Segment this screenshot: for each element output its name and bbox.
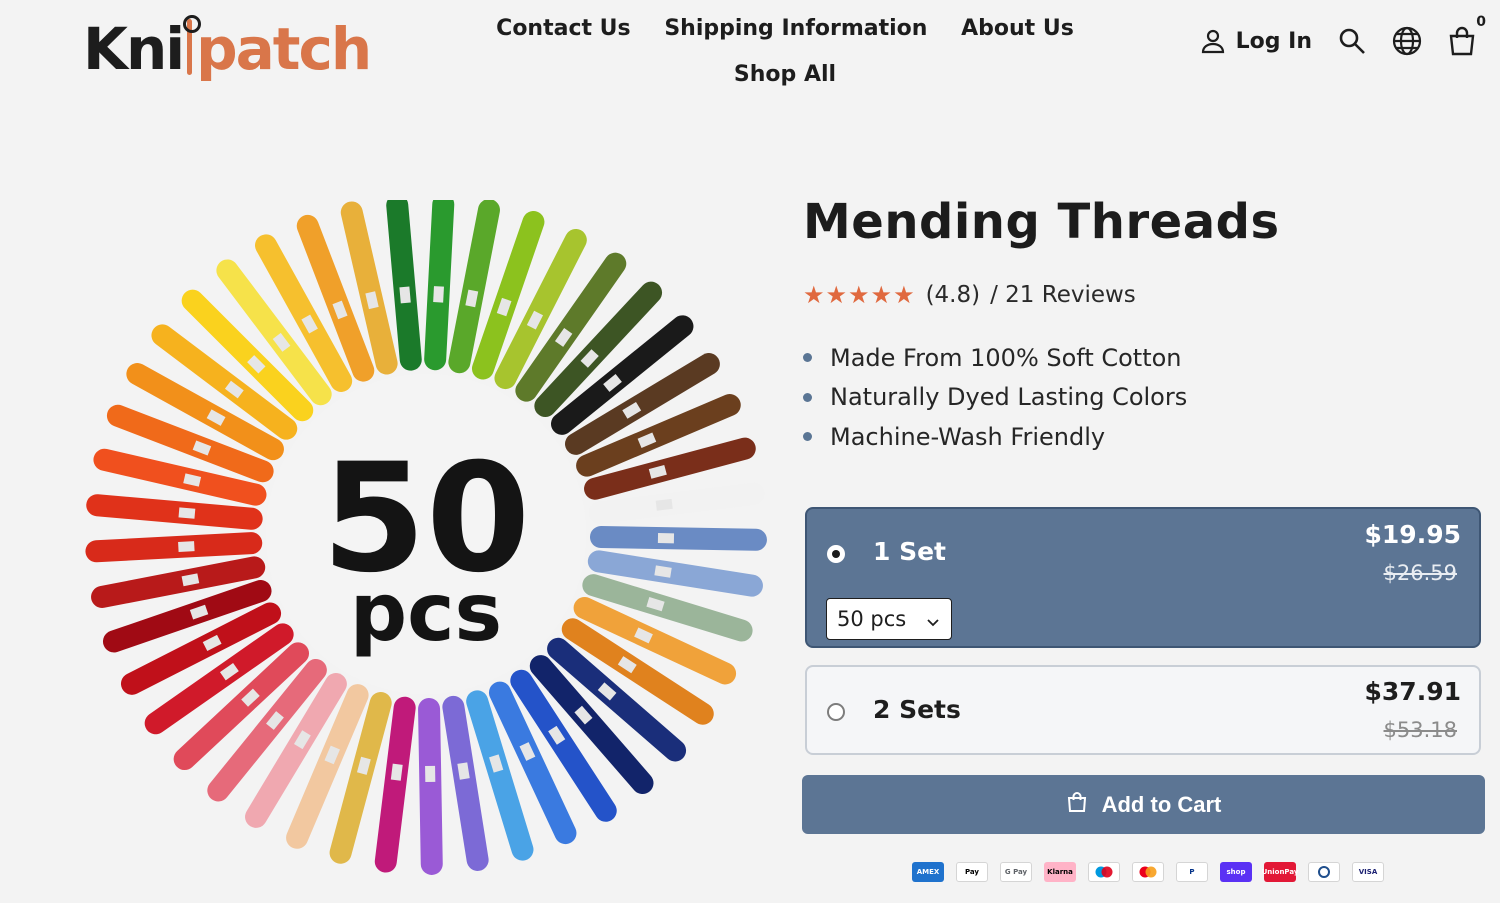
cart-icon[interactable]: 0 [1448, 14, 1486, 56]
needle-icon [183, 14, 202, 75]
visa-icon: VISA [1352, 862, 1384, 882]
google-pay-icon: G Pay [1000, 862, 1032, 882]
rating-value: (4.8) [925, 282, 981, 308]
thread-skein [86, 494, 263, 530]
rating-stars: ★★★★★ [803, 281, 916, 309]
thread-skein [589, 526, 767, 551]
thread-skein [424, 193, 455, 371]
nav-about-us[interactable]: About Us [961, 16, 1074, 41]
payment-methods: AMEX Pay G Pay Klarna Pshop UnionPay VISA [912, 862, 1384, 882]
logo-text-part1: Kni [83, 14, 185, 83]
skein-label-band [425, 765, 436, 783]
globe-icon[interactable] [1392, 26, 1422, 56]
site-logo[interactable]: Kni patch [83, 6, 372, 90]
thread-wheel-image: 50 pcs [85, 193, 767, 875]
logo-text-part2: patch [196, 14, 372, 83]
skein-label-band [399, 286, 411, 304]
feature-item: Naturally Dyed Lasting Colors [803, 378, 1187, 418]
nav-shipping-information[interactable]: Shipping Information [664, 16, 927, 41]
skein-label-band [178, 507, 196, 519]
skein-label-band [657, 533, 675, 544]
bullet-icon [803, 392, 812, 402]
quantity-select-value: 50 pcs [837, 607, 907, 631]
thread-skein [587, 550, 763, 597]
feature-list: Made From 100% Soft Cotton Naturally Dye… [803, 338, 1187, 457]
chevron-down-icon [925, 611, 941, 635]
feature-item: Made From 100% Soft Cotton [803, 338, 1187, 378]
option-radio[interactable] [827, 703, 845, 721]
apple-pay-icon: Pay [956, 862, 988, 882]
main-nav: Contact Us Shipping Information About Us… [470, 6, 1100, 98]
thread-skein [85, 532, 263, 563]
shop-pay-icon: shop [1220, 862, 1252, 882]
option-label: 2 Sets [873, 695, 961, 724]
nav-contact-us[interactable]: Contact Us [496, 16, 630, 41]
product-title: Mending Threads [803, 194, 1280, 250]
product-image[interactable]: 50 pcs [80, 193, 770, 880]
skein-label-band [655, 498, 673, 511]
bullet-icon [803, 432, 812, 442]
option-2-sets[interactable]: 2 Sets $37.91 $53.18 [805, 665, 1481, 755]
header-actions: Log In 0 [1200, 14, 1486, 56]
option-price: $19.95 [1364, 520, 1461, 549]
thread-skein [374, 696, 416, 873]
thread-skein [418, 697, 443, 875]
thread-skein [442, 695, 489, 871]
cart-count-badge: 0 [1476, 14, 1486, 30]
product-rating[interactable]: ★★★★★ (4.8) / 21 Reviews [803, 281, 1136, 309]
quantity-select[interactable]: 50 pcs [826, 598, 952, 640]
mastercard-icon [1132, 862, 1164, 882]
search-icon[interactable] [1338, 27, 1366, 55]
add-to-cart-button[interactable]: Add to Cart [802, 775, 1485, 834]
venmo-icon [1308, 862, 1340, 882]
bag-icon [1066, 791, 1088, 819]
option-price: $37.91 [1364, 677, 1461, 706]
nav-shop-all[interactable]: Shop All [734, 62, 836, 87]
thread-skein [588, 482, 765, 524]
login-link[interactable]: Log In [1200, 28, 1312, 54]
klarna-icon: Klarna [1044, 862, 1076, 882]
review-count: / 21 Reviews [990, 282, 1136, 308]
amex-icon: AMEX [912, 862, 944, 882]
feature-item: Machine-Wash Friendly [803, 417, 1187, 457]
skein-label-band [390, 763, 403, 781]
option-radio-selected[interactable] [827, 545, 845, 563]
thread-skein [386, 194, 422, 371]
skein-label-band [433, 286, 444, 303]
option-label: 1 Set [873, 537, 947, 566]
unionpay-icon: UnionPay [1262, 862, 1298, 882]
skein-label-band [178, 541, 195, 552]
option-old-price: $26.59 [1383, 561, 1457, 585]
image-badge-unit: pcs [350, 566, 502, 659]
paypal-icon: P [1176, 862, 1208, 882]
option-old-price: $53.18 [1383, 718, 1457, 742]
option-1-set[interactable]: 1 Set $19.95 $26.59 50 pcs [805, 507, 1481, 648]
user-icon [1200, 28, 1226, 54]
add-to-cart-label: Add to Cart [1101, 791, 1222, 817]
bullet-icon [803, 353, 812, 363]
login-label: Log In [1235, 28, 1312, 54]
maestro-icon [1088, 862, 1120, 882]
